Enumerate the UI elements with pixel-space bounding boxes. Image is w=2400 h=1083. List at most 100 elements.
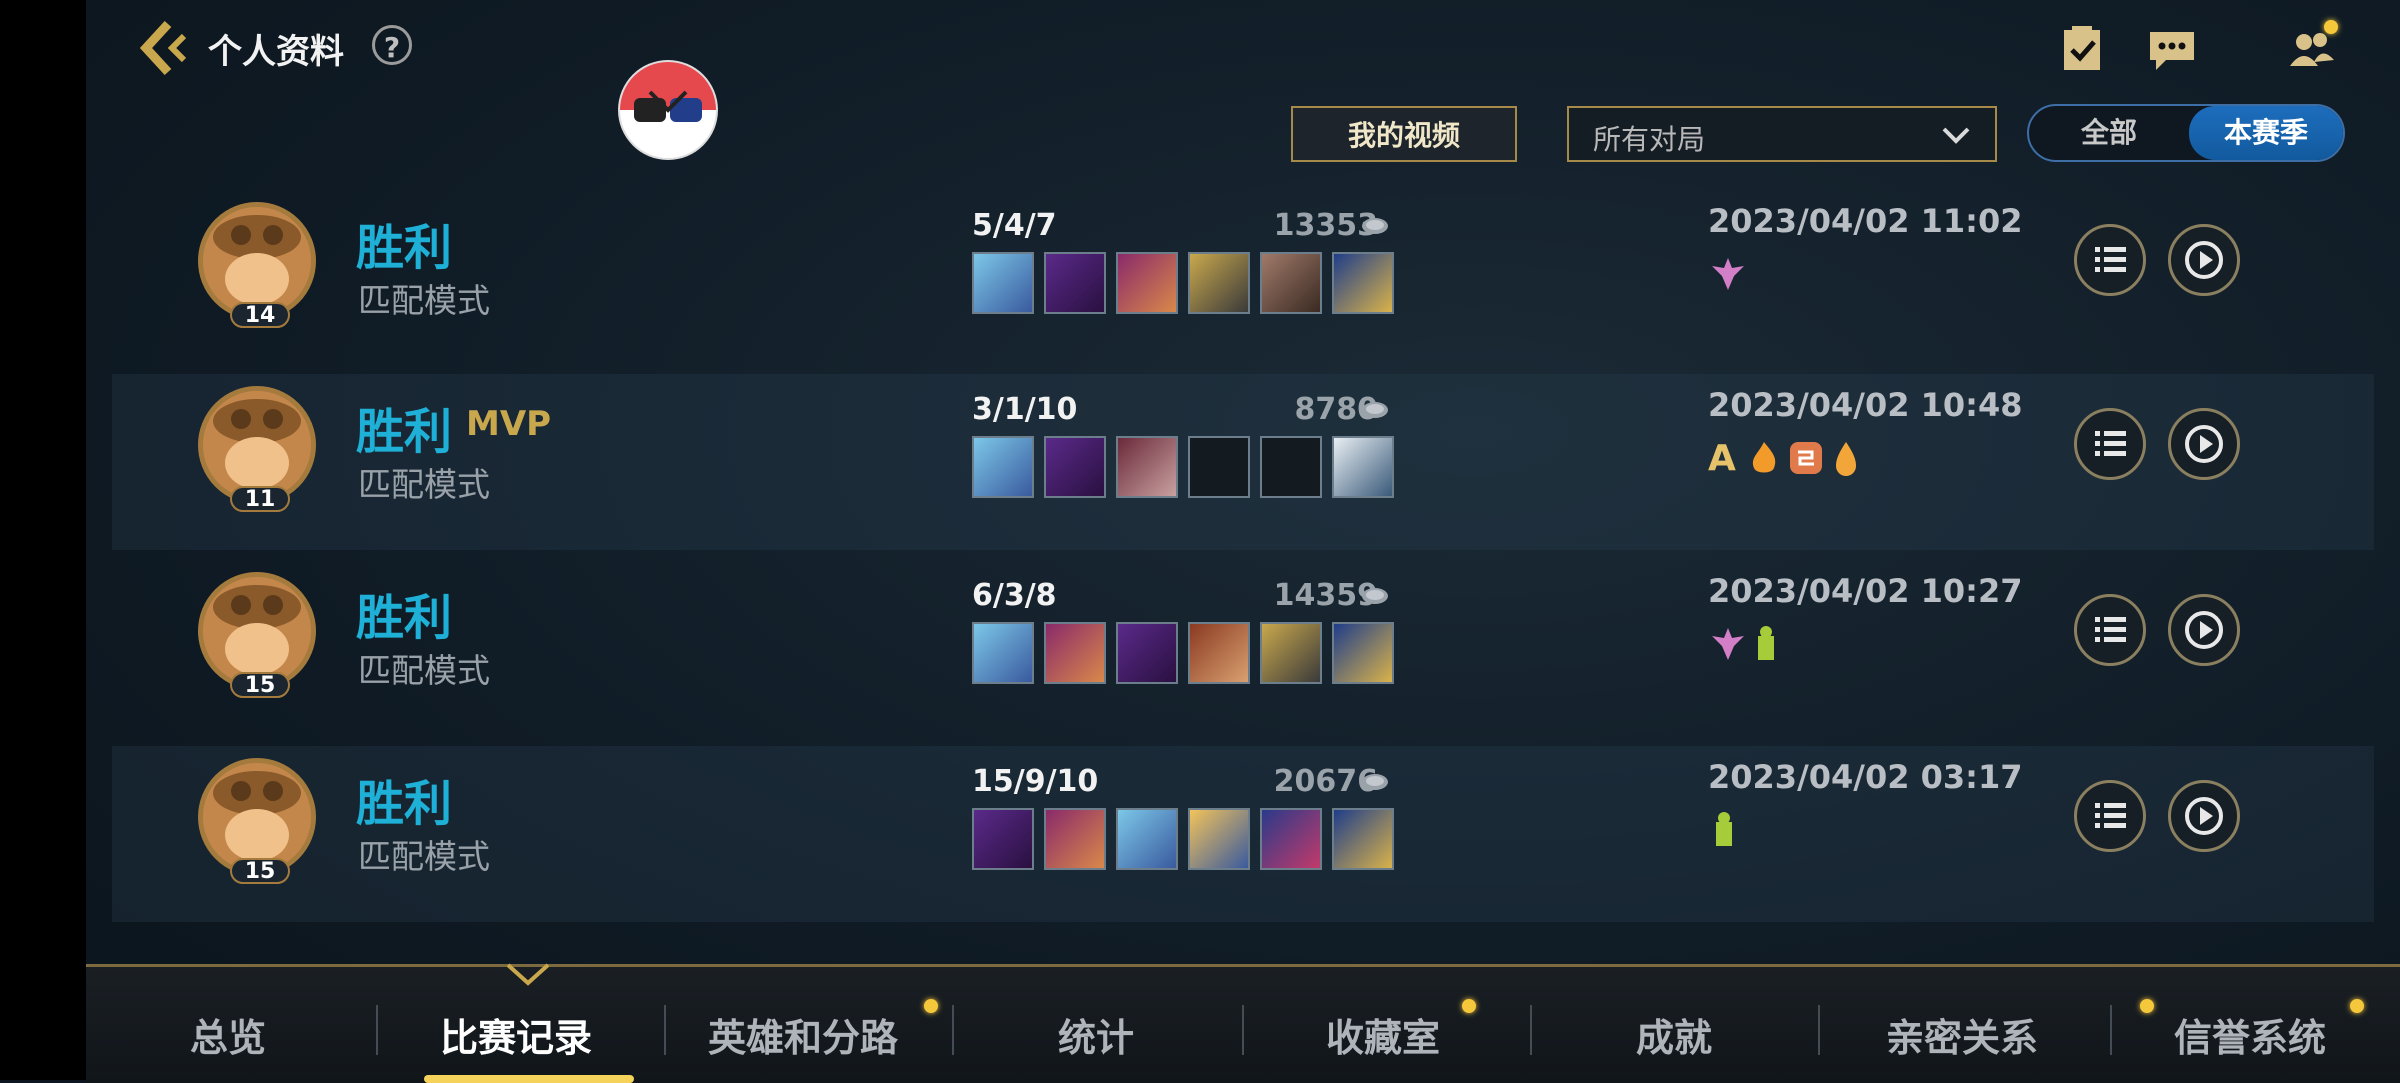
tab-divider	[664, 1005, 666, 1055]
support-badge-icon	[1712, 628, 1744, 660]
match-result: 胜利	[356, 776, 453, 832]
champion-portrait-icon	[203, 391, 311, 499]
tab-relationships[interactable]: 亲密关系	[1886, 1007, 2038, 1062]
active-tab-glow	[424, 1075, 634, 1083]
back-icon[interactable]	[138, 18, 194, 78]
my-videos-button[interactable]: 我的视频	[1291, 106, 1517, 162]
replay-button[interactable]	[2168, 224, 2240, 296]
match-result: 胜利	[356, 220, 453, 276]
item-slot[interactable]	[1116, 808, 1178, 870]
match-details-button[interactable]	[2074, 224, 2146, 296]
match-details-button[interactable]	[2074, 594, 2146, 666]
match-row[interactable]: 14 胜利 匹配模式 5/4/7 13353 2023/04/02 11:02	[112, 190, 2374, 366]
match-details-button[interactable]	[2074, 780, 2146, 852]
match-result: 胜利	[356, 590, 453, 646]
tab-champions-and-lanes[interactable]: 英雄和分路	[708, 1007, 898, 1062]
tab-divider	[1242, 1005, 1244, 1055]
mvp-badge: MVP	[466, 404, 552, 444]
match-date: 2023/04/02 11:02	[1708, 202, 2023, 240]
match-filter-select[interactable]: 所有对局	[1567, 106, 1997, 162]
replay-button[interactable]	[2168, 408, 2240, 480]
segment-all[interactable]: 全部	[2029, 106, 2189, 160]
replay-button[interactable]	[2168, 594, 2240, 666]
item-slot[interactable]	[972, 622, 1034, 684]
empty-item-slot[interactable]	[1260, 436, 1322, 498]
champion-level: 15	[230, 672, 290, 698]
item-slot[interactable]	[1116, 622, 1178, 684]
tab-overview[interactable]: 总览	[190, 1007, 266, 1062]
kda: 5/4/7	[972, 208, 1057, 243]
item-slot[interactable]	[1044, 808, 1106, 870]
item-slot[interactable]	[972, 436, 1034, 498]
item-slot[interactable]	[1044, 252, 1106, 314]
champion-portrait-icon	[203, 207, 311, 315]
item-slot[interactable]	[1044, 622, 1106, 684]
kda: 6/3/8	[972, 578, 1057, 613]
match-date: 2023/04/02 03:17	[1708, 758, 2023, 796]
bottom-tab-bar: 总览 比赛记录 英雄和分路 统计 收藏室 成就 亲密关系 信誉系统	[86, 963, 2400, 1083]
game-mode: 匹配模式	[358, 281, 490, 320]
tab-honor-system[interactable]: 信誉系统	[2174, 1007, 2326, 1062]
match-row[interactable]: 15 胜利 匹配模式 6/3/8 14359 2023/04/02 10:27	[112, 560, 2374, 736]
replay-button[interactable]	[2168, 780, 2240, 852]
task-checklist-icon[interactable]	[2054, 22, 2110, 78]
trinket-slot[interactable]	[1332, 622, 1394, 684]
floating-overlay-badge[interactable]	[620, 62, 716, 158]
chat-icon[interactable]	[2144, 22, 2200, 78]
gold-coin-icon	[1362, 774, 1388, 790]
item-slot[interactable]	[1260, 622, 1322, 684]
game-mode: 匹配模式	[358, 651, 490, 690]
chevron-down-icon	[1942, 127, 1970, 144]
item-slot[interactable]	[1260, 252, 1322, 314]
ward-badge-icon	[1758, 626, 1774, 660]
match-row[interactable]: 11 胜利 MVP 匹配模式 3/1/10 8780 2023/04/02 10…	[112, 374, 2374, 550]
item-slot[interactable]	[1116, 436, 1178, 498]
champion-level: 11	[230, 486, 290, 512]
match-details-button[interactable]	[2074, 408, 2146, 480]
header: 个人资料 ?	[86, 0, 2400, 100]
item-slot[interactable]	[1188, 252, 1250, 314]
support-badge-icon	[1712, 258, 1744, 290]
replay-icon	[2185, 797, 2223, 835]
champion-portrait-icon	[203, 763, 311, 871]
replay-icon	[2185, 425, 2223, 463]
item-slot[interactable]	[1188, 808, 1250, 870]
match-filter-value: 所有对局	[1593, 123, 1706, 156]
item-slot[interactable]	[1260, 808, 1322, 870]
kda: 3/1/10	[972, 392, 1078, 427]
trinket-slot[interactable]	[1332, 252, 1394, 314]
kda: 15/9/10	[972, 764, 1099, 799]
tab-collection[interactable]: 收藏室	[1326, 1007, 1440, 1062]
match-date: 2023/04/02 10:48	[1708, 386, 2023, 424]
list-icon	[2095, 247, 2126, 272]
trinket-slot[interactable]	[1332, 436, 1394, 498]
list-icon	[2095, 431, 2126, 456]
tab-divider	[2110, 1005, 2112, 1055]
trinket-slot[interactable]	[1332, 808, 1394, 870]
item-slot[interactable]	[1188, 622, 1250, 684]
item-slot[interactable]	[972, 808, 1034, 870]
active-tab-indicator-icon	[506, 963, 550, 986]
help-icon[interactable]: ?	[372, 25, 412, 65]
gold-coin-icon	[1362, 218, 1388, 234]
empty-item-slot[interactable]	[1188, 436, 1250, 498]
game-mode: 匹配模式	[358, 837, 490, 876]
tab-stats[interactable]: 统计	[1058, 1007, 1134, 1062]
match-row[interactable]: 15 胜利 匹配模式 15/9/10 20676 2023/04/02 03:1…	[112, 746, 2374, 922]
gold-earned: 13353	[1273, 208, 1378, 243]
item-slot[interactable]	[972, 252, 1034, 314]
streak-badge-icon	[1790, 442, 1822, 474]
drop-badge-icon	[1836, 442, 1856, 476]
tab-divider	[376, 1005, 378, 1055]
tab-achievements[interactable]: 成就	[1636, 1007, 1712, 1062]
tab-match-history[interactable]: 比赛记录	[440, 1007, 592, 1062]
gold-coin-icon	[1362, 588, 1388, 604]
item-slot[interactable]	[1116, 252, 1178, 314]
match-date: 2023/04/02 10:27	[1708, 572, 2023, 610]
item-slot[interactable]	[1044, 436, 1106, 498]
segment-this-season[interactable]: 本赛季	[2189, 106, 2343, 160]
ward-badge-icon	[1716, 812, 1732, 846]
left-black-bar	[0, 0, 86, 1080]
achievement-badges	[1708, 254, 1748, 294]
season-toggle[interactable]: 全部 本赛季	[2027, 104, 2345, 162]
